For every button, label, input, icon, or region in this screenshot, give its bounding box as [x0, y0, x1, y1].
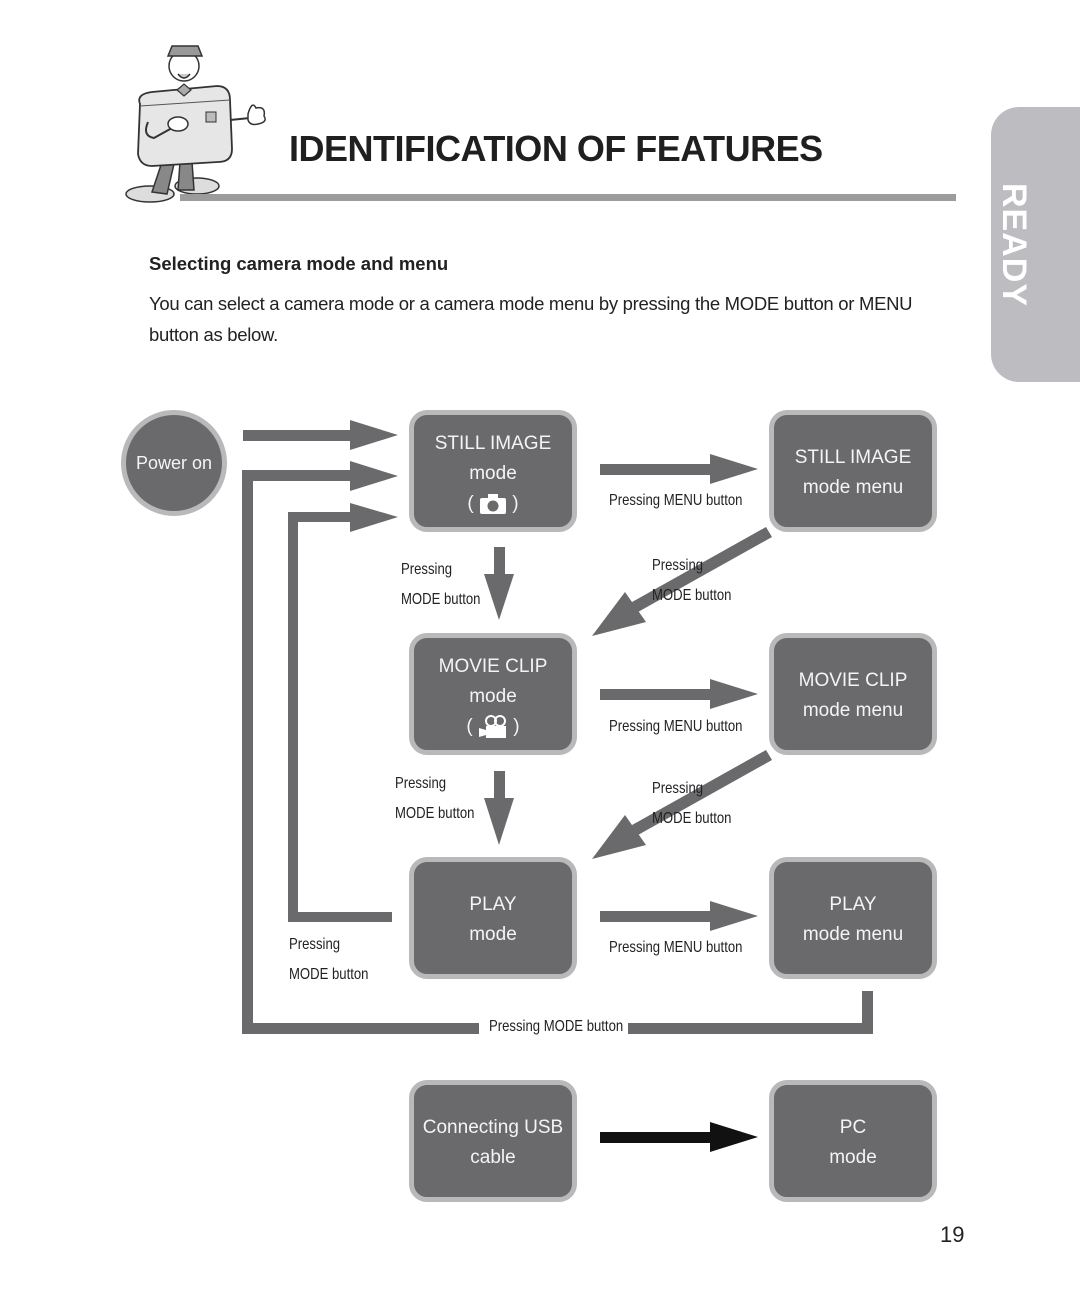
- label-pressing-5: Pressing: [289, 936, 341, 953]
- pc-mode-box: PC mode: [769, 1080, 937, 1202]
- label-menu-button-2: Pressing MENU button: [609, 718, 743, 735]
- arrow-still-to-movie: [484, 547, 514, 620]
- label-mode-button-3: MODE button: [395, 805, 475, 822]
- box-subtitle: mode menu: [802, 477, 904, 498]
- box-title: STILL IMAGE: [434, 433, 552, 454]
- box-subtitle: mode menu: [802, 924, 904, 945]
- box-subtitle: mode menu: [802, 700, 904, 721]
- play-menu-box: PLAY mode menu: [769, 857, 937, 979]
- label-mode-button-2: MODE button: [652, 587, 732, 604]
- arrow-movie-to-play: [484, 771, 514, 845]
- power-on-label: Power on: [135, 452, 213, 473]
- still-image-menu-box: STILL IMAGE mode menu: [769, 410, 937, 532]
- movie-clip-menu-box: MOVIE CLIP mode menu: [769, 633, 937, 755]
- box-title: STILL IMAGE: [794, 447, 912, 468]
- arrow-mode-loop-to-still: [288, 503, 398, 532]
- box-title: MOVIE CLIP: [438, 656, 548, 677]
- power-on-node: Power on: [121, 410, 227, 516]
- label-menu-button-1: Pressing MENU button: [609, 492, 743, 509]
- arrow-power-to-still-2: [242, 461, 398, 491]
- movie-camera-icon: [479, 714, 506, 738]
- label-mode-button-1: MODE button: [401, 591, 481, 608]
- inner-mode-loop-line: [288, 512, 392, 922]
- box-subtitle: cable: [470, 1147, 516, 1168]
- arrow-usb-to-pc: [600, 1122, 758, 1152]
- still-image-mode-box: STILL IMAGE mode ( ): [409, 410, 577, 532]
- page-number: 19: [940, 1222, 965, 1247]
- arrow-power-to-still-1: [243, 420, 398, 450]
- label-pressing-3: Pressing: [395, 775, 447, 792]
- play-mode-box: PLAY mode: [409, 857, 577, 979]
- box-subtitle: mode: [469, 924, 517, 945]
- movie-clip-mode-box: MOVIE CLIP mode ( ): [409, 633, 577, 755]
- box-subtitle: mode: [469, 686, 517, 707]
- label-pressing-1: Pressing: [401, 561, 453, 578]
- label-pressing-4: Pressing: [652, 780, 704, 797]
- movie-icon-row: ( ): [466, 714, 520, 738]
- box-title: PC: [839, 1117, 867, 1138]
- box-title: PLAY: [469, 894, 517, 915]
- usb-cable-box: Connecting USB cable: [409, 1080, 577, 1202]
- label-menu-button-3: Pressing MENU button: [609, 939, 743, 956]
- camera-icon-row: ( ): [467, 493, 519, 514]
- camera-icon: [480, 493, 506, 514]
- box-subtitle: mode: [829, 1147, 877, 1168]
- box-title: PLAY: [829, 894, 877, 915]
- box-subtitle: mode: [469, 463, 517, 484]
- box-title: Connecting USB: [422, 1117, 564, 1138]
- box-title: MOVIE CLIP: [798, 670, 908, 691]
- arrow-still-to-menu: [600, 454, 758, 484]
- arrow-play-to-menu: [600, 901, 758, 931]
- arrow-movie-to-menu: [600, 679, 758, 709]
- label-pressing-2: Pressing: [652, 557, 704, 574]
- label-pressing-mode-button: Pressing MODE button: [489, 1018, 624, 1035]
- label-mode-button-5: MODE button: [289, 966, 369, 983]
- label-mode-button-4: MODE button: [652, 810, 732, 827]
